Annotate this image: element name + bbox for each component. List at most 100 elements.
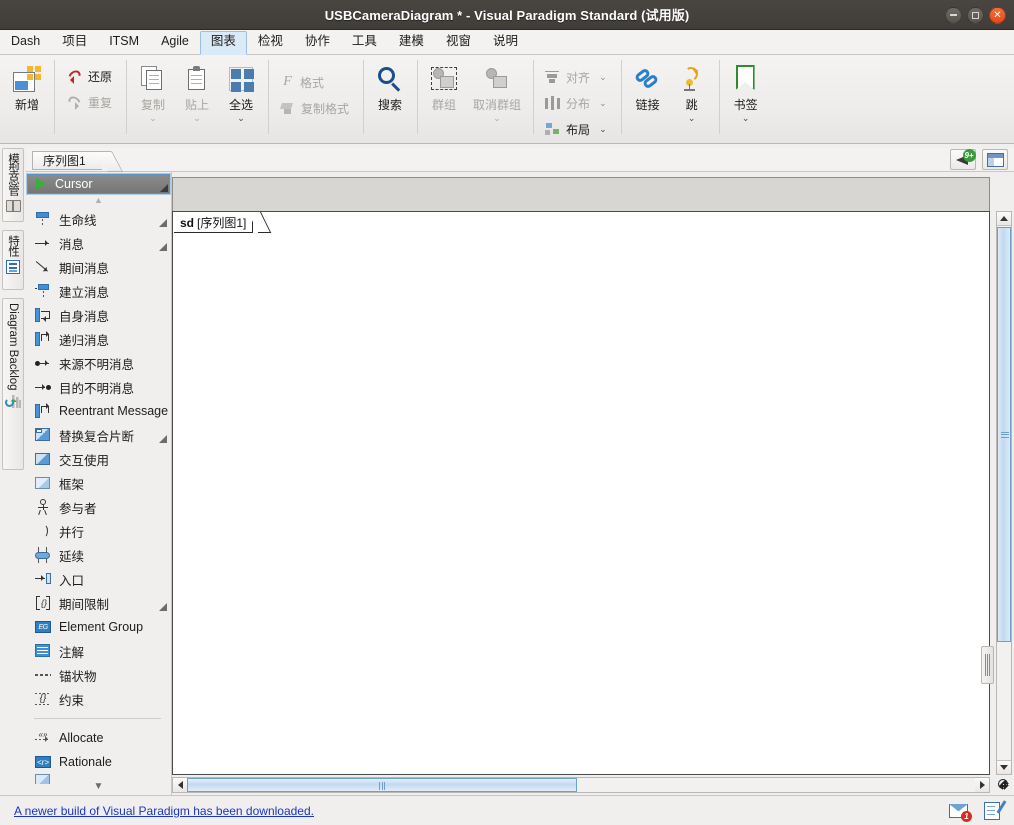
bookmark-caret[interactable]: ⌄ [742,113,750,124]
canvas-horizontal-scrollbar[interactable] [172,777,990,793]
palette-item-anchor[interactable]: 锚状物 [26,663,171,687]
palette-item-found-message[interactable]: 来源不明消息 [26,351,171,375]
palette-item-recursive-message[interactable]: 递归消息 [26,327,171,351]
group-button[interactable]: 群组 [422,58,466,114]
palette-item-self-message[interactable]: 自身消息 [26,303,171,327]
jump-label: 跳 [685,98,698,112]
rail-tab-diagram-backlog[interactable]: Diagram Backlog [2,298,24,470]
palette-item-combined-fragment[interactable]: 替换复合片断 [26,423,171,447]
paste-button[interactable]: 贴上 ⌄ [175,58,219,126]
search-button[interactable]: 搜索 [368,58,412,114]
panel-collapse-handle[interactable] [981,646,994,684]
palette-item-duration-message[interactable]: 期间消息 [26,255,171,279]
palette-item-continuation[interactable]: 延续 [26,543,171,567]
palette-item-lifeline[interactable]: 生命线 [26,207,171,231]
vertical-scroll-thumb[interactable] [997,227,1011,642]
jump-caret[interactable]: ⌄ [688,113,696,124]
combined-fragment-icon [35,427,51,443]
maximize-button[interactable] [967,6,984,24]
menu-item-modeling[interactable]: 建模 [388,31,435,54]
announcements-button[interactable]: 9+ [950,148,976,170]
palette-item-gate-label: 入口 [59,573,85,588]
horizontal-scroll-thumb[interactable] [187,778,577,792]
distribute-button[interactable]: 分布 ⌄ [542,90,612,116]
status-bar: A newer build of Visual Paradigm has bee… [0,795,1014,825]
palette-item-parallel[interactable]: 并行 [26,519,171,543]
distribute-label: 分布 [566,96,591,111]
mail-icon[interactable]: 1 [949,803,972,822]
menu-item-agile[interactable]: Agile [150,31,200,54]
select-all-caret[interactable]: ⌄ [237,113,245,124]
paste-caret[interactable]: ⌄ [193,113,201,124]
menu-item-project[interactable]: 项目 [51,31,98,54]
palette-item-rationale[interactable]: <r> Rationale [26,750,171,774]
minimize-button[interactable] [945,6,962,24]
palette-item-reentrant-message[interactable]: Reentrant Message [26,399,171,423]
note-icon[interactable] [984,799,1007,820]
copy-label: 复制 [141,98,166,112]
menu-item-diagram[interactable]: 图表 [199,31,247,55]
palette-scroll-down[interactable]: ▼ [26,780,171,793]
canvas-vertical-scrollbar[interactable] [996,211,1012,775]
palette-item-gate[interactable]: 入口 [26,567,171,591]
actor-icon [35,499,51,516]
menu-item-window[interactable]: 视窗 [435,31,482,54]
palette-item-allocate[interactable]: «» Allocate [26,726,171,750]
link-button[interactable]: 链接 [626,58,670,114]
panel-layout-button[interactable] [982,149,1008,170]
menu-item-itsm[interactable]: ITSM [98,31,150,54]
palette-scroll-up[interactable]: ▲ [26,194,171,207]
menu-item-collaborate[interactable]: 协作 [294,31,341,54]
menu-item-tools[interactable]: 工具 [341,31,388,54]
rail-tab-model-explorer[interactable]: 模型总管 [2,148,24,222]
diagram-tab-label: 序列图1 [43,154,86,168]
palette-item-anchor-label: 锚状物 [59,669,97,684]
palette-item-constraint[interactable]: {} 约束 [26,687,171,711]
palette-item-actor[interactable]: 参与者 [26,495,171,519]
bookmark-button[interactable]: 书签 ⌄ [724,58,768,126]
diagram-tab[interactable]: 序列图1 [32,151,102,170]
copy-caret[interactable]: ⌄ [149,113,157,124]
layout-caret[interactable]: ⌄ [599,124,607,135]
palette-item-note[interactable]: 注解 [26,639,171,663]
align-button[interactable]: 对齐 ⌄ [542,64,612,90]
rail-tab-properties[interactable]: 特性 [2,230,24,290]
palette-item-frame[interactable]: 框架 [26,471,171,495]
palette-item-element-group[interactable]: EG Element Group [26,615,171,639]
palette-item-cursor[interactable]: Cursor [26,173,171,195]
scroll-right-button[interactable] [975,778,989,792]
undo-button[interactable]: 还原 [63,63,117,89]
jump-button[interactable]: 跳 ⌄ [670,58,714,126]
ungroup-caret[interactable]: ⌄ [493,113,501,124]
palette-item-message[interactable]: 消息 [26,231,171,255]
palette-item-duration-constraint[interactable]: {} 期间限制 [26,591,171,615]
new-button[interactable]: 新增 [5,58,49,114]
palette-item-create-message-label: 建立消息 [59,285,110,300]
mail-badge: 1 [961,810,972,822]
layout-button[interactable]: 布局 ⌄ [542,116,612,142]
ungroup-button[interactable]: 取消群组 ⌄ [466,58,528,126]
copy-button[interactable]: 复制 ⌄ [131,58,175,126]
pan-tool-button[interactable] [994,775,1012,793]
align-caret[interactable]: ⌄ [599,72,607,83]
close-button[interactable]: ✕ [989,6,1006,24]
select-all-button[interactable]: 全选 ⌄ [219,58,263,126]
menu-item-dash[interactable]: Dash [0,31,51,54]
format-button[interactable]: F 格式 [277,69,354,95]
palette-item-lost-message[interactable]: 目的不明消息 [26,375,171,399]
palette-item-reentrant-message-label: Reentrant Message [59,404,169,418]
scroll-down-button[interactable] [997,760,1011,774]
copy-format-button[interactable]: 复制格式 [277,95,354,121]
palette-item-combined-fragment-label: 替换复合片断 [59,429,135,444]
palette-item-create-message[interactable]: 建立消息 [26,279,171,303]
redo-button[interactable]: 重复 [63,89,117,115]
menu-item-review[interactable]: 检视 [247,31,294,54]
diagram-canvas[interactable]: sd [序列图1] [172,211,990,775]
paste-label: 贴上 [185,98,210,112]
palette-item-interaction-use[interactable]: 交互使用 [26,447,171,471]
scroll-up-button[interactable] [997,212,1011,226]
menu-item-help[interactable]: 说明 [482,31,529,54]
scroll-left-button[interactable] [173,778,187,792]
distribute-caret[interactable]: ⌄ [599,98,607,109]
update-notification-link[interactable]: A newer build of Visual Paradigm has bee… [14,804,314,818]
